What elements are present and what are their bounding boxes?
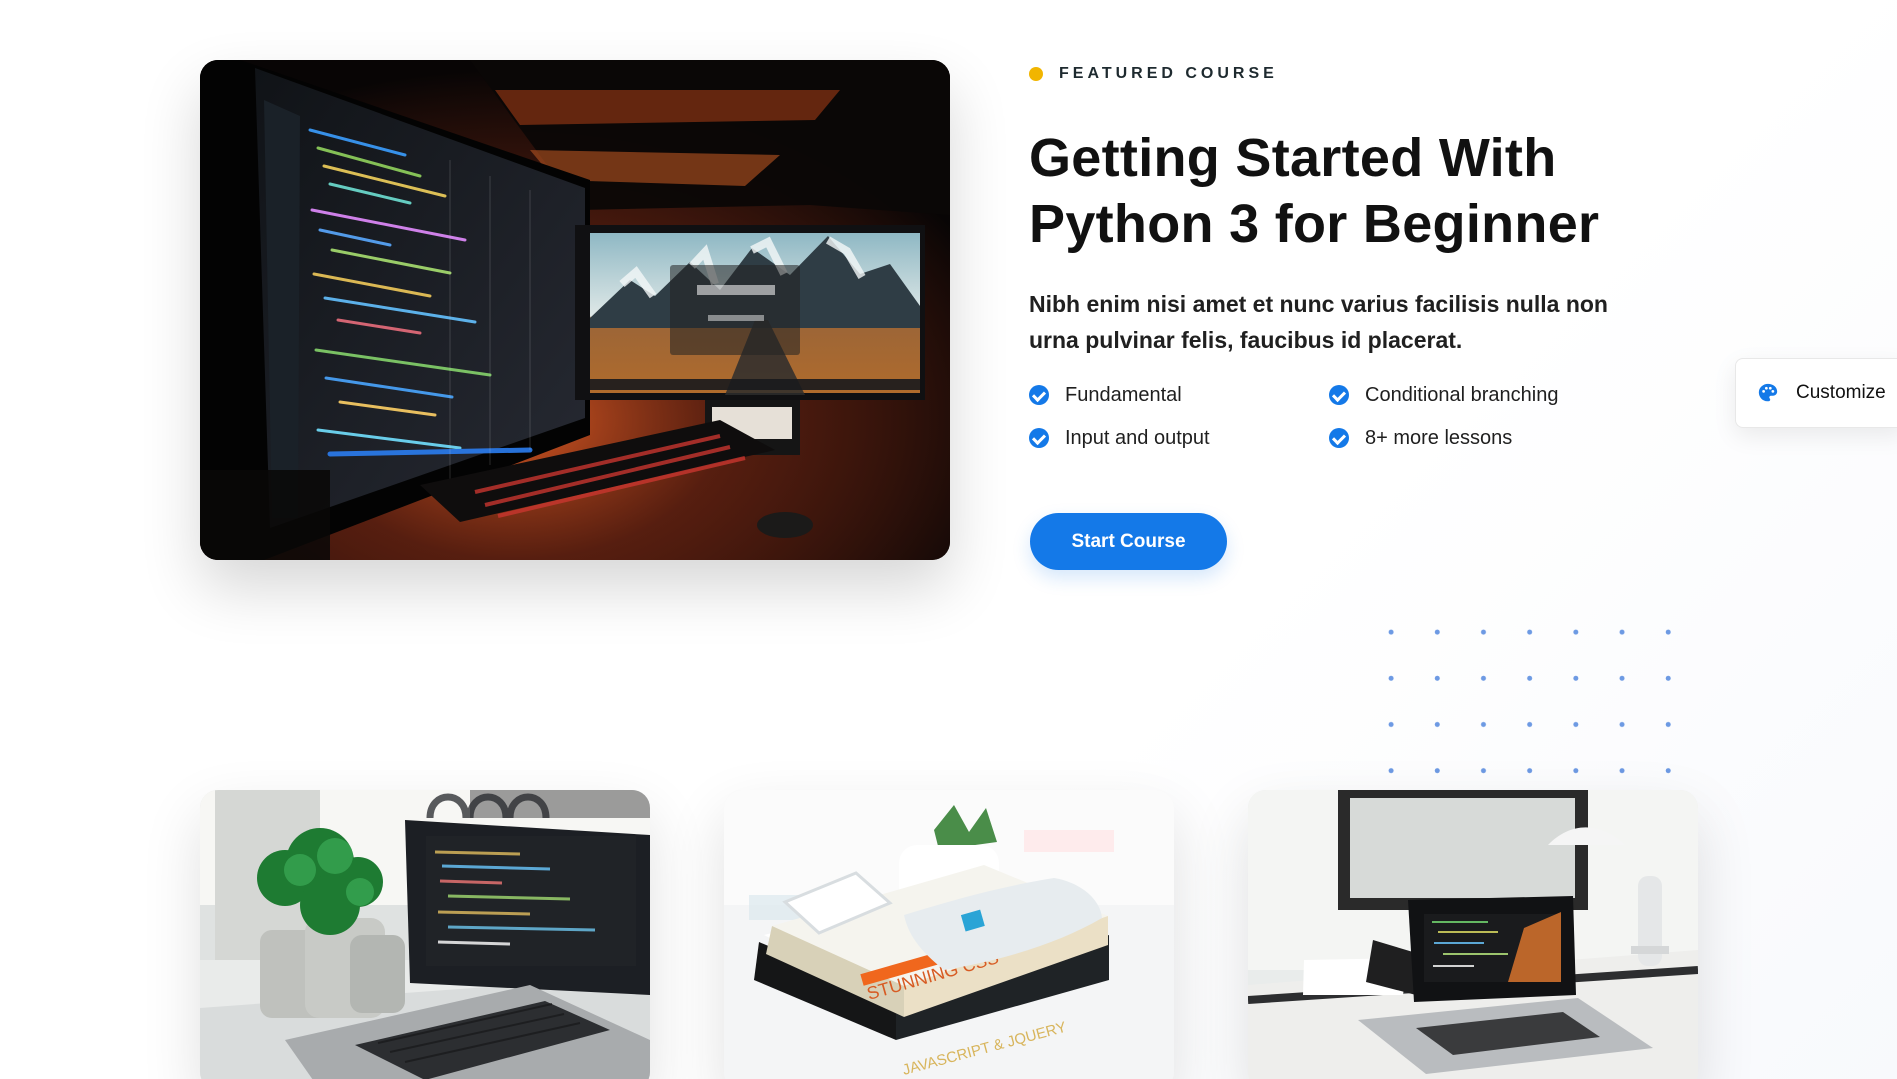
feature-item: 8+ more lessons xyxy=(1329,427,1589,449)
course-card-image-books-phone: STUNNING CSS JAVASCRIPT & JQUERY xyxy=(724,790,1174,1079)
palette-icon xyxy=(1758,383,1778,402)
check-circle-icon xyxy=(1329,428,1349,448)
featured-course-eyebrow: FEATURED COURSE xyxy=(1029,65,1278,83)
check-circle-icon xyxy=(1029,428,1049,448)
course-description: Nibh enim nisi amet et nunc varius facil… xyxy=(1029,291,1608,353)
course-title: Getting Started With Python 3 for Beginn… xyxy=(1029,128,1600,254)
feature-item: Conditional branching xyxy=(1329,384,1589,406)
check-circle-icon xyxy=(1329,385,1349,405)
featured-course-image xyxy=(200,60,950,560)
feature-item: Fundamental xyxy=(1029,384,1329,406)
course-feature-list: Fundamental Conditional branching Input … xyxy=(1029,384,1589,449)
decorative-dot-pattern xyxy=(1368,609,1708,799)
yellow-dot-icon xyxy=(1029,67,1043,81)
feature-label: Conditional branching xyxy=(1365,383,1559,406)
start-course-button[interactable]: Start Course xyxy=(1030,513,1227,570)
customize-label: Customize xyxy=(1796,382,1886,403)
feature-item: Input and output xyxy=(1029,427,1329,449)
check-circle-icon xyxy=(1029,385,1049,405)
feature-label: Fundamental xyxy=(1065,383,1182,406)
course-card-image-laptop-plants xyxy=(200,790,650,1079)
course-page: FEATURED COURSE Getting Started With Pyt… xyxy=(0,0,1897,1079)
course-card-image-desk-laptop xyxy=(1248,790,1698,1079)
feature-label: Input and output xyxy=(1065,426,1210,449)
eyebrow-label: FEATURED COURSE xyxy=(1059,65,1278,82)
customize-button[interactable]: Customize xyxy=(1735,358,1897,428)
feature-label: 8+ more lessons xyxy=(1365,426,1513,449)
